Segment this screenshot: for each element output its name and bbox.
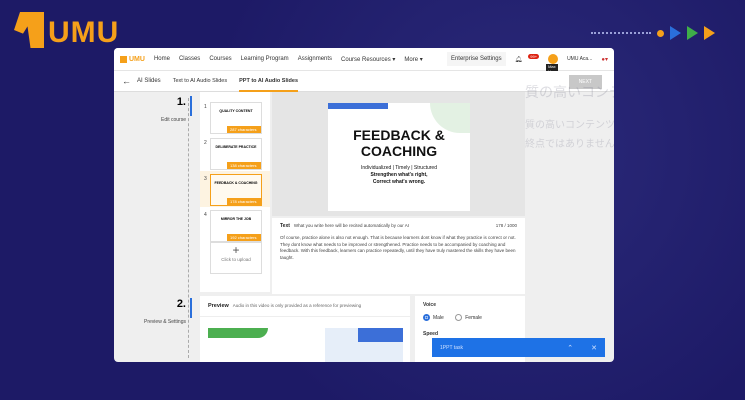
bell-icon[interactable]: 🔔︎ bbox=[515, 56, 523, 63]
thumb-number: 1 bbox=[204, 104, 207, 110]
top-nav: UMU Home Classes Courses Learning Progra… bbox=[114, 48, 614, 74]
thumb-number: 2 bbox=[204, 140, 207, 146]
preview-label: Preview bbox=[208, 303, 229, 309]
tab-ppt-to-ai-audio-slides[interactable]: PPT to AI Audio Slides bbox=[239, 71, 298, 92]
char-count: 192 characters bbox=[227, 234, 261, 241]
user-name[interactable]: UMU Aca... bbox=[567, 56, 592, 62]
bg-text: 質の高いコンテンツと授業 bbox=[525, 84, 614, 100]
voice-label: Voice bbox=[423, 302, 436, 308]
text-panel: Text What you write here will be recited … bbox=[272, 218, 525, 294]
avatar bbox=[548, 54, 559, 64]
play-arrow-icon bbox=[704, 26, 715, 40]
nav-courses[interactable]: Courses bbox=[209, 56, 231, 62]
step-divider bbox=[188, 98, 189, 358]
script-textarea[interactable]: Of course, practice alone is also not en… bbox=[280, 235, 517, 261]
step-label: Edit course bbox=[160, 117, 186, 123]
bg-text: 質の高いコンテンツは出発点であって bbox=[525, 120, 614, 131]
thumb-title: DELIBERATE PRACTICE bbox=[215, 145, 257, 149]
voice-female-radio[interactable]: Female bbox=[455, 314, 482, 321]
nav-learning-program[interactable]: Learning Program bbox=[241, 56, 289, 62]
thumbnail[interactable]: QUALITY CONTENT 287 characters bbox=[210, 102, 262, 134]
language-flag-icon[interactable]: ●▾ bbox=[601, 56, 608, 63]
steps: 1. Edit course 2. Preview & Settings bbox=[114, 92, 192, 362]
umu-logo-icon bbox=[120, 55, 127, 63]
char-counter: 178 / 1000 bbox=[495, 223, 517, 228]
char-count: 178 characters bbox=[227, 198, 261, 205]
play-arrow-icon bbox=[687, 26, 698, 40]
radio-label: Male bbox=[433, 314, 444, 321]
thumbnail[interactable]: MIRROR THE JOB 192 characters bbox=[210, 210, 262, 242]
tab-text-to-ai-audio-slides[interactable]: Text to AI Audio Slides bbox=[173, 78, 227, 84]
chevron-up-icon[interactable]: ⌃ bbox=[567, 344, 573, 352]
nav-more[interactable]: More ▾ bbox=[404, 56, 422, 63]
giraffe-logo-icon bbox=[14, 12, 44, 48]
slide-decoration bbox=[328, 103, 388, 109]
thumb-title: MIRROR THE JOB bbox=[220, 217, 252, 221]
plus-icon: + bbox=[232, 243, 240, 257]
user-menu[interactable]: Max LI bbox=[546, 54, 559, 74]
ai-slides-title: AI Slides bbox=[137, 78, 161, 84]
background-text: 質の高いコンテンツと授業 質の高いコンテンツは出発点であって 終点ではありません bbox=[525, 82, 614, 292]
decoration bbox=[591, 26, 715, 40]
thumb-number: 4 bbox=[204, 212, 207, 218]
thumbnail-selected[interactable]: FEEDBACK & COACHING 178 characters bbox=[210, 174, 262, 206]
slide-line: Strengthen what's right, bbox=[370, 172, 428, 178]
slide-thumbnails: 1 QUALITY CONTENT 287 characters 2 DELIBE… bbox=[200, 92, 270, 292]
brand-logo: UMU bbox=[14, 12, 119, 48]
nav-course-resources[interactable]: Course Resources ▾ bbox=[341, 56, 395, 63]
step-indicator bbox=[190, 96, 192, 116]
task-bar[interactable]: 1PPT task ⌃ ✕ bbox=[432, 338, 605, 357]
slide-line: Correct what's wrong. bbox=[372, 179, 426, 185]
app-window: UMU Home Classes Courses Learning Progra… bbox=[114, 48, 614, 362]
step-number: 2. bbox=[176, 298, 186, 310]
nav-assignments[interactable]: Assignments bbox=[298, 56, 332, 62]
back-arrow-icon[interactable]: ← bbox=[122, 76, 131, 86]
nav-classes[interactable]: Classes bbox=[179, 56, 200, 62]
umu-logo[interactable]: UMU bbox=[120, 55, 145, 63]
thumbnail[interactable]: DELIBERATE PRACTICE 138 characters bbox=[210, 138, 262, 170]
dotted-line bbox=[591, 32, 651, 34]
preview-video[interactable] bbox=[208, 328, 403, 362]
speed-label: Speed bbox=[423, 331, 439, 337]
nav-home[interactable]: Home bbox=[154, 56, 170, 62]
logo-text: UMU bbox=[129, 55, 145, 63]
char-count: 287 characters bbox=[227, 126, 261, 133]
preview-panel: Preview Audio in this video is only provi… bbox=[200, 296, 410, 362]
step-indicator bbox=[190, 298, 192, 318]
text-hint: What you write here will be recited auto… bbox=[293, 223, 409, 228]
upload-button[interactable]: + Click to upload bbox=[210, 242, 262, 274]
step-2: 2. Preview & Settings bbox=[144, 298, 186, 328]
step-label: Preview & Settings bbox=[144, 319, 186, 325]
notification-badge: 99+ bbox=[528, 54, 540, 59]
enterprise-settings-link[interactable]: Enterprise Settings bbox=[446, 52, 506, 66]
task-label: 1PPT task bbox=[440, 344, 463, 351]
orange-dot bbox=[657, 29, 664, 37]
preview-hint: Audio in this video is only provided as … bbox=[232, 303, 362, 308]
char-count: 138 characters bbox=[227, 162, 261, 169]
thumb-title: FEEDBACK & COACHING bbox=[214, 181, 258, 185]
text-label: Text bbox=[280, 223, 290, 229]
slide-decoration bbox=[208, 328, 268, 338]
slide-title: FEEDBACK & COACHING bbox=[353, 127, 445, 159]
brand-name: UMU bbox=[48, 16, 120, 49]
thumb-number: 3 bbox=[204, 176, 207, 182]
slide-preview: FEEDBACK & COACHING Individualized | Tim… bbox=[328, 103, 470, 211]
slide-subtitle: Individualized | Timely | Structured bbox=[361, 165, 437, 171]
close-icon[interactable]: ✕ bbox=[591, 344, 597, 352]
slide-stage: FEEDBACK & COACHING Individualized | Tim… bbox=[272, 92, 525, 216]
bg-text: 終点ではありません bbox=[525, 139, 614, 150]
radio-label: Female bbox=[465, 314, 482, 321]
step-1: 1. Edit course bbox=[161, 96, 186, 126]
slide-decoration bbox=[358, 328, 403, 342]
play-arrow-icon bbox=[670, 26, 681, 40]
thumb-title: QUALITY CONTENT bbox=[219, 109, 253, 113]
radio-icon bbox=[455, 314, 463, 321]
radio-icon bbox=[423, 314, 430, 321]
voice-male-radio[interactable]: Male bbox=[423, 314, 444, 321]
step-number: 1. bbox=[176, 96, 186, 108]
upload-label: Click to upload bbox=[221, 257, 251, 262]
